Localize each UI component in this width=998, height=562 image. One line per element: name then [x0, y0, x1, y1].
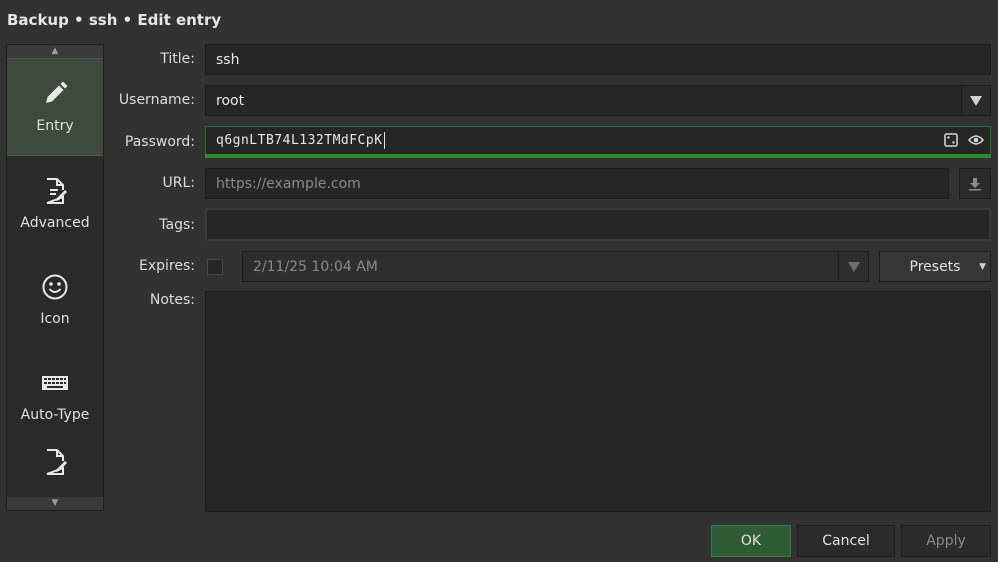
password-strength-bar [205, 154, 991, 158]
window-title: Backup • ssh • Edit entry [7, 11, 222, 29]
username-input[interactable]: root [205, 85, 962, 116]
notes-textarea[interactable] [205, 291, 991, 512]
sidebar-item-label: Entry [36, 118, 74, 134]
expires-value: 2/11/25 10:04 AM [253, 258, 378, 275]
url-label: URL: [162, 175, 196, 191]
url-placeholder: https://example.com [216, 175, 361, 192]
title-value: ssh [216, 51, 240, 68]
expires-label: Expires: [139, 258, 195, 274]
title-input[interactable]: ssh [205, 44, 991, 75]
title-label: Title: [160, 51, 195, 67]
triangle-down-icon [847, 261, 860, 272]
document-edit-icon [46, 449, 67, 475]
expires-calendar-button[interactable] [838, 251, 869, 282]
sidebar-item-auto-type[interactable]: Auto-Type [7, 348, 103, 444]
text-caret [383, 132, 385, 149]
tags-label: Tags: [159, 217, 195, 233]
username-dropdown-button[interactable] [961, 85, 991, 116]
scroll-down-icon[interactable]: ▼ [7, 497, 103, 510]
sidebar: ▲ Entry Advanced Icon Auto-Type ▼ [6, 44, 104, 511]
chevron-down-icon: ▼ [979, 261, 986, 272]
dice-icon [944, 133, 958, 147]
presets-button[interactable]: Presets ▼ [879, 251, 991, 282]
eye-icon [968, 135, 984, 145]
expires-datetime-input[interactable]: 2/11/25 10:04 AM [242, 251, 839, 282]
toggle-password-visibility-button[interactable] [965, 127, 987, 153]
keyboard-icon [42, 376, 68, 390]
download-icon [969, 177, 981, 190]
username-value: root [216, 92, 245, 109]
tags-input[interactable] [205, 208, 991, 241]
notes-label: Notes: [149, 292, 195, 308]
sidebar-item-label: Auto-Type [20, 407, 90, 423]
password-value: q6gnLTB74L132TMdFCpK [216, 133, 383, 148]
triangle-down-icon [970, 95, 982, 106]
sidebar-item-advanced[interactable]: Advanced [7, 156, 103, 252]
sidebar-item-label: Icon [40, 311, 70, 327]
presets-label: Presets [909, 258, 961, 275]
username-label: Username: [118, 92, 195, 108]
ok-button[interactable]: OK [711, 525, 791, 557]
apply-button[interactable]: Apply [901, 525, 991, 557]
download-favicon-button[interactable] [959, 168, 991, 199]
url-input[interactable]: https://example.com [205, 168, 949, 199]
password-input[interactable]: q6gnLTB74L132TMdFCpK [205, 126, 991, 155]
cancel-button[interactable]: Cancel [797, 525, 895, 557]
generate-password-button[interactable] [940, 127, 962, 153]
password-label: Password: [124, 134, 195, 150]
expires-checkbox[interactable] [207, 259, 223, 275]
